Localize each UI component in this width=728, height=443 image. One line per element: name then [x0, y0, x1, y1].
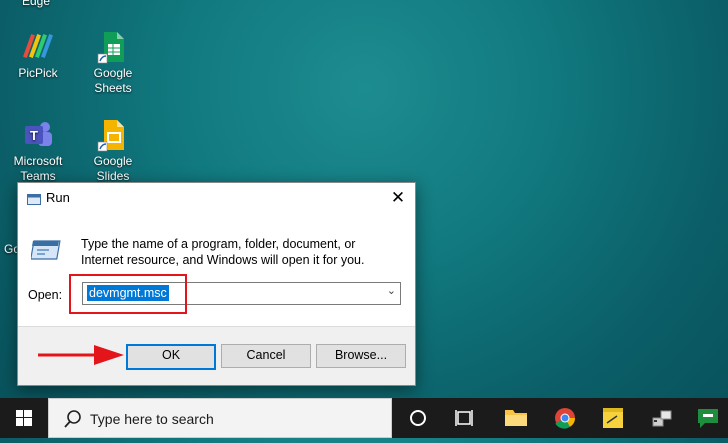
cancel-button[interactable]: Cancel	[221, 344, 311, 368]
dialog-title: Run	[46, 190, 70, 205]
chrome-icon[interactable]	[542, 398, 588, 438]
desktop-icon-label: Google Slides	[93, 154, 133, 183]
desktop-icon-google-slides[interactable]: Google Slides	[78, 118, 148, 184]
run-icon	[27, 192, 41, 205]
google-chat-icon[interactable]	[686, 398, 728, 438]
picpick-icon	[21, 30, 55, 64]
taskbar-search-box[interactable]: Type here to search	[48, 398, 392, 438]
chevron-down-icon[interactable]: ⌄	[387, 284, 396, 297]
google-sheets-icon	[96, 30, 130, 64]
desktop-icon-label: Google Sheets	[93, 66, 133, 95]
desktop-icon-picpick[interactable]: PicPick	[3, 30, 73, 81]
taskbar: Type here to search	[0, 398, 728, 438]
dialog-divider	[18, 326, 415, 327]
desktop-icon-google-sheets[interactable]: Google Sheets	[78, 30, 148, 96]
dialog-titlebar[interactable]: Run ✕	[18, 183, 415, 213]
desktop-icon-label-edge[interactable]: Edge	[22, 0, 50, 8]
run-program-icon	[30, 235, 65, 263]
highlight-box	[69, 274, 187, 314]
desktop-icon-label: Microsoft Teams	[13, 154, 63, 183]
task-view-icon[interactable]	[441, 398, 487, 438]
close-button[interactable]: ✕	[381, 183, 415, 213]
network-app-icon[interactable]	[639, 398, 685, 438]
search-placeholder: Type here to search	[90, 411, 214, 427]
windows-start-icon	[16, 410, 32, 426]
browse-button[interactable]: Browse...	[316, 344, 406, 368]
sticky-notes-icon[interactable]	[590, 398, 636, 438]
desktop-icon-microsoft-teams[interactable]: T Microsoft Teams	[3, 118, 73, 184]
red-arrow-icon	[38, 345, 124, 365]
open-label: Open:	[28, 288, 63, 302]
start-button[interactable]	[0, 398, 48, 438]
microsoft-teams-icon: T	[21, 118, 55, 152]
dialog-body: Type the name of a program, folder, docu…	[18, 213, 415, 326]
svg-text:T: T	[30, 128, 38, 143]
search-icon	[64, 410, 81, 428]
cortana-icon[interactable]	[395, 398, 441, 438]
desktop-icon-label: PicPick	[18, 66, 58, 80]
ok-button[interactable]: OK	[126, 344, 216, 370]
dialog-description: Type the name of a program, folder, docu…	[81, 237, 365, 267]
google-slides-icon	[96, 118, 130, 152]
file-explorer-icon[interactable]	[493, 398, 539, 438]
